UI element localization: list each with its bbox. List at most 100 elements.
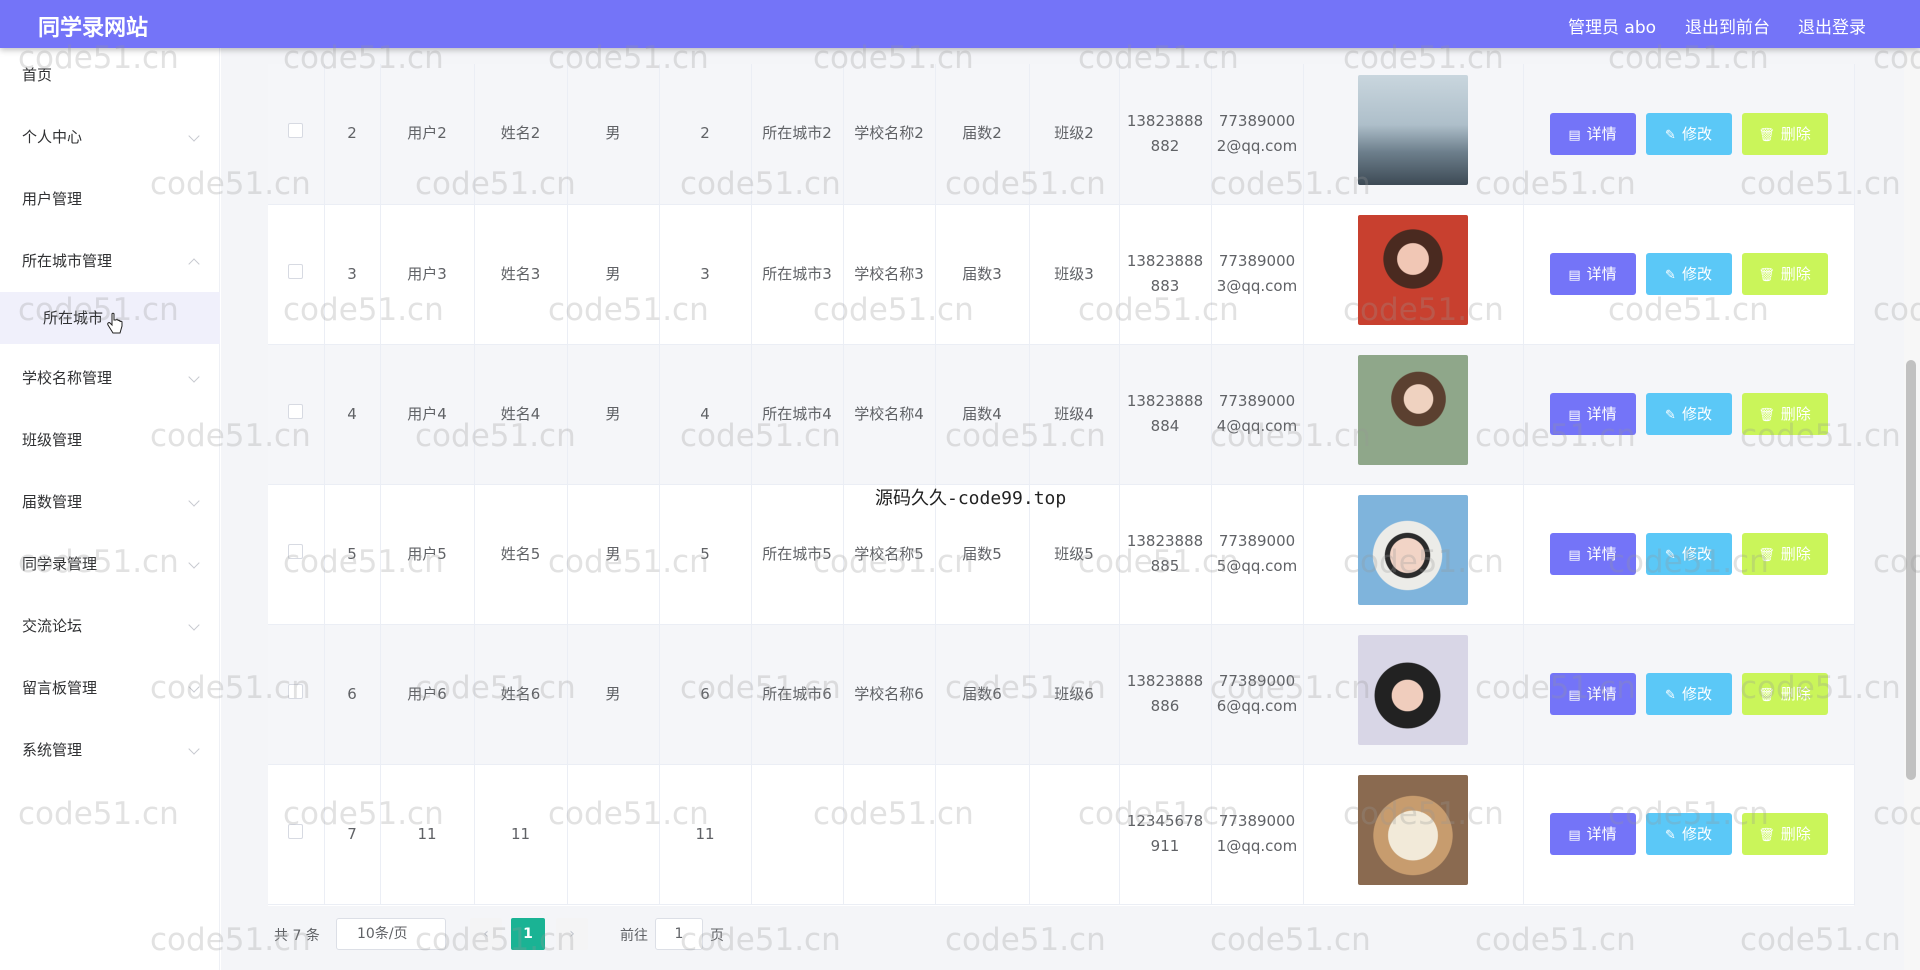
edit-button[interactable]: ✎ 修改 — [1645, 533, 1732, 575]
row-checkbox[interactable] — [288, 683, 304, 699]
sidebar-subitem-city[interactable]: 所在城市 — [0, 292, 220, 344]
row-checkbox[interactable] — [288, 403, 304, 419]
email-cell: 773890002@qq.com — [1211, 64, 1304, 205]
goto-page-input[interactable]: 1 — [655, 918, 703, 950]
photo-cell — [1303, 64, 1524, 205]
edit-label: 修改 — [1681, 124, 1712, 143]
delete-button[interactable]: 🗑 删除 — [1741, 253, 1828, 295]
admin-user-label: 管理员 abo — [1568, 18, 1657, 38]
username-cell: 用户2 — [380, 64, 475, 205]
gender-cell — [567, 764, 660, 905]
actions-cell: ▤ 详情 ✎ 修改 🗑 删除 — [1523, 624, 1855, 765]
avatar — [1358, 635, 1468, 745]
phone-cell: 13823888883 — [1119, 204, 1212, 345]
logout-link[interactable]: 退出登录 — [1798, 13, 1866, 38]
sidebar-item-school-management[interactable]: 学校名称管理 — [0, 353, 220, 403]
edit-button[interactable]: ✎ 修改 — [1645, 112, 1732, 155]
actions-cell: ▤ 详情 ✎ 修改 🗑 删除 — [1523, 64, 1855, 205]
delete-button[interactable]: 🗑 删除 — [1741, 112, 1828, 155]
page-size-select[interactable]: 10条/页 — [336, 918, 446, 950]
sidebar-item-personal-center[interactable]: 个人中心 — [0, 112, 220, 162]
detail-button[interactable]: ▤ 详情 — [1549, 253, 1636, 295]
sidebar-item-message-board[interactable]: 留言板管理 — [0, 663, 220, 713]
delete-button[interactable]: 🗑 删除 — [1741, 533, 1828, 575]
exit-to-frontend-link[interactable]: 退出到前台 — [1685, 13, 1770, 38]
edit-button[interactable]: ✎ 修改 — [1645, 393, 1732, 435]
actions-cell: ▤ 详情 ✎ 修改 🗑 删除 — [1523, 344, 1855, 485]
sidebar-item-forum[interactable]: 交流论坛 — [0, 601, 220, 651]
sidebar-subitem-label: 所在城市 — [43, 309, 104, 327]
sidebar-item-label: 用户管理 — [22, 190, 83, 208]
sidebar-item-alumni-management[interactable]: 同学录管理 — [0, 539, 220, 589]
class-number-cell: 2 — [659, 64, 752, 205]
detail-button[interactable]: ▤ 详情 — [1549, 112, 1636, 155]
sidebar-item-label: 届数管理 — [22, 493, 83, 511]
gender-cell: 男 — [567, 484, 660, 625]
edit-button[interactable]: ✎ 修改 — [1645, 673, 1732, 715]
sidebar-item-city-management[interactable]: 所在城市管理 — [0, 236, 220, 286]
school-cell: 学校名称4 — [843, 344, 936, 485]
chevron-down-icon — [188, 743, 200, 755]
sidebar-item-home[interactable]: 首页 — [0, 50, 220, 100]
actions-cell: ▤ 详情 ✎ 修改 🗑 删除 — [1523, 484, 1855, 625]
table-row: 2 用户2 姓名2 男 2 所在城市2 学校名称2 届数2 班级2 13823888882 7738… — [268, 64, 1855, 205]
sidebar-item-class-management[interactable]: 班级管理 — [0, 415, 220, 465]
detail-button[interactable]: ▤ 详情 — [1549, 813, 1636, 855]
phone-cell: 12345678911 — [1119, 764, 1212, 905]
grade-cell: 届数2 — [935, 64, 1030, 205]
sidebar-item-grade-management[interactable]: 届数管理 — [0, 477, 220, 527]
delete-button[interactable]: 🗑 删除 — [1741, 813, 1828, 855]
class-cell — [1029, 764, 1120, 905]
detail-button[interactable]: ▤ 详情 — [1549, 533, 1636, 575]
detail-button[interactable]: ▤ 详情 — [1549, 393, 1636, 435]
edit-button[interactable]: ✎ 修改 — [1645, 253, 1732, 295]
sidebar-item-label: 系统管理 — [22, 741, 83, 759]
row-checkbox[interactable] — [288, 543, 304, 559]
class-cell: 班级6 — [1029, 624, 1120, 765]
gender-cell: 男 — [567, 204, 660, 345]
sidebar-item-system-management[interactable]: 系统管理 — [0, 725, 220, 775]
sidebar: 首页 个人中心 用户管理 所在城市管理 所在城市 学校名称管理 班级管理 届数管… — [0, 48, 220, 970]
row-checkbox[interactable] — [288, 823, 304, 839]
gender-cell: 男 — [567, 64, 660, 205]
index-cell: 2 — [324, 64, 381, 205]
delete-button[interactable]: 🗑 删除 — [1741, 393, 1828, 435]
school-cell: 学校名称6 — [843, 624, 936, 765]
row-checkbox[interactable] — [288, 263, 304, 279]
next-page-button[interactable]: › — [556, 918, 588, 950]
photo-cell — [1303, 204, 1524, 345]
username-cell: 用户3 — [380, 204, 475, 345]
edit-label: 修改 — [1681, 545, 1712, 563]
avatar — [1358, 495, 1468, 605]
avatar — [1358, 355, 1468, 465]
username-cell: 用户4 — [380, 344, 475, 485]
detail-label: 详情 — [1586, 825, 1617, 843]
edit-button[interactable]: ✎ 修改 — [1645, 813, 1732, 855]
page-number-button[interactable]: 1 — [511, 918, 545, 950]
pencil-icon: ✎ — [1665, 828, 1676, 843]
delete-label: 删除 — [1780, 825, 1811, 843]
delete-label: 删除 — [1780, 685, 1811, 703]
email-cell: 773890006@qq.com — [1211, 624, 1304, 765]
sidebar-item-label: 学校名称管理 — [22, 369, 113, 387]
document-icon: ▤ — [1568, 268, 1581, 283]
sidebar-item-label: 所在城市管理 — [22, 252, 113, 270]
name-cell: 姓名6 — [474, 624, 568, 765]
chevron-left-icon: ‹ — [483, 926, 489, 942]
detail-button[interactable]: ▤ 详情 — [1549, 673, 1636, 715]
school-cell: 学校名称3 — [843, 204, 936, 345]
avatar — [1358, 215, 1468, 325]
sidebar-item-user-management[interactable]: 用户管理 — [0, 174, 220, 224]
index-cell: 7 — [324, 764, 381, 905]
photo-cell — [1303, 764, 1524, 905]
sidebar-item-label: 个人中心 — [22, 128, 83, 146]
prev-page-button[interactable]: ‹ — [470, 918, 502, 950]
index-cell: 6 — [324, 624, 381, 765]
avatar — [1358, 74, 1468, 185]
select-cell — [268, 204, 325, 345]
delete-button[interactable]: 🗑 删除 — [1741, 673, 1828, 715]
name-cell: 姓名4 — [474, 344, 568, 485]
row-checkbox[interactable] — [288, 123, 304, 139]
chevron-down-icon — [188, 495, 200, 507]
scrollbar-thumb[interactable] — [1906, 360, 1916, 780]
